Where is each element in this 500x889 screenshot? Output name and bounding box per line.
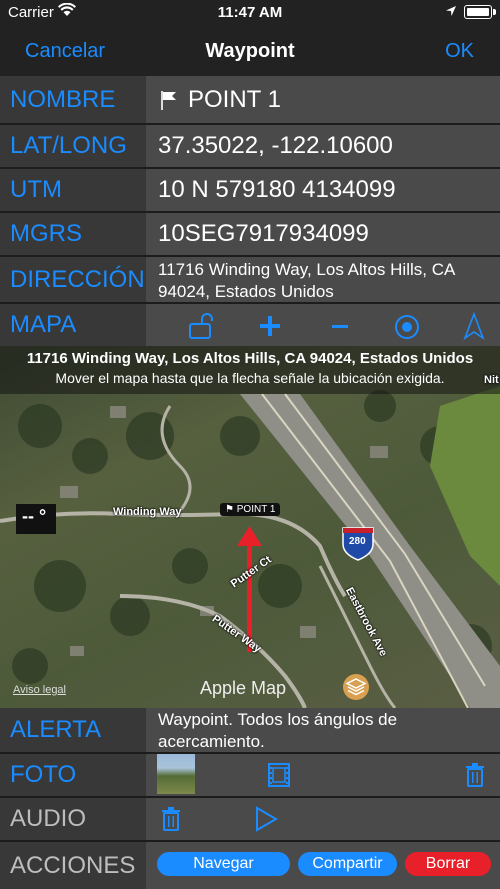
- nombre-field[interactable]: POINT 1: [146, 76, 500, 123]
- legal-notice-link[interactable]: Aviso legal: [13, 684, 66, 696]
- map-view[interactable]: 11716 Winding Way, Los Altos Hills, CA 9…: [0, 346, 500, 708]
- flag-icon: [161, 90, 176, 110]
- row-audio: AUDIO: [0, 798, 500, 840]
- foto-field: [146, 754, 500, 796]
- locate-me-icon[interactable]: [392, 312, 422, 342]
- direccion-field[interactable]: 11716 Winding Way, Los Altos Hills, CA 9…: [146, 257, 500, 302]
- highway-shield-280: 280: [349, 536, 366, 547]
- battery-icon: [464, 5, 496, 19]
- row-foto: FOTO: [0, 754, 500, 796]
- photo-trash-icon[interactable]: [464, 762, 486, 788]
- status-time: 11:47 AM: [217, 4, 283, 21]
- map-coordinate-readout: -- °: [16, 504, 56, 534]
- latlong-field[interactable]: 37.35022, -122.10600: [146, 125, 500, 167]
- zoom-out-icon[interactable]: [326, 312, 354, 340]
- location-arrow-icon: [446, 6, 456, 16]
- row-nombre: NOMBRE POINT 1: [0, 76, 500, 123]
- alerta-label: ALERTA: [0, 708, 146, 752]
- play-icon[interactable]: [252, 805, 280, 833]
- map-header: 11716 Winding Way, Los Altos Hills, CA 9…: [0, 346, 500, 394]
- map-brand-label: Apple Map: [200, 678, 287, 698]
- utm-label: UTM: [0, 169, 146, 211]
- row-alerta: ALERTA Waypoint. Todos los ángulos de ac…: [0, 708, 500, 752]
- direccion-label: DIRECCIÓN: [0, 257, 146, 302]
- navigation-bar: Cancelar Waypoint OK: [0, 24, 500, 76]
- latlong-label: LAT/LONG: [0, 125, 146, 167]
- alerta-line-1: Waypoint. Todos los ángulos de: [158, 710, 398, 729]
- audio-field: [146, 798, 500, 840]
- navigate-button[interactable]: Navegar: [157, 852, 290, 876]
- status-bar: Carrier 11:47 AM: [0, 0, 500, 24]
- road-label-partial: Nit: [484, 374, 499, 386]
- nombre-label: NOMBRE: [0, 76, 146, 123]
- row-direccion: DIRECCIÓN 11716 Winding Way, Los Altos H…: [0, 257, 500, 302]
- map-address: 11716 Winding Way, Los Altos Hills, CA 9…: [26, 350, 474, 367]
- utm-field[interactable]: 10 N 579180 4134099: [146, 169, 500, 211]
- pin-flag-icon: ⚑: [225, 504, 234, 515]
- audio-label: AUDIO: [0, 798, 146, 840]
- pin-label-text: POINT 1: [236, 504, 276, 515]
- direccion-line-1: 11716 Winding Way, Los Altos Hills, CA: [158, 260, 456, 279]
- direccion-line-2: 94024, Estados Unidos: [158, 282, 334, 301]
- ok-button[interactable]: OK: [445, 40, 474, 63]
- alerta-field[interactable]: Waypoint. Todos los ángulos de acercamie…: [146, 708, 500, 752]
- map-roads: [0, 386, 500, 708]
- mgrs-label: MGRS: [0, 213, 146, 255]
- share-button[interactable]: Compartir: [298, 852, 397, 876]
- row-latlong: LAT/LONG 37.35022, -122.10600: [0, 125, 500, 167]
- nombre-value: POINT 1: [188, 85, 281, 113]
- map-instruction: Mover el mapa hasta que la flecha señale…: [55, 370, 445, 386]
- mgrs-field[interactable]: 10SEG7917934099: [146, 213, 500, 255]
- layers-icon[interactable]: [343, 674, 369, 700]
- audio-trash-icon[interactable]: [160, 806, 182, 832]
- zoom-in-icon[interactable]: [256, 312, 284, 340]
- compass-arrow-icon[interactable]: [462, 312, 486, 340]
- photo-thumbnail[interactable]: [157, 754, 195, 794]
- alerta-line-2: acercamiento.: [158, 732, 265, 751]
- pin-label: ⚑ POINT 1: [220, 503, 281, 516]
- row-mapa: MAPA: [0, 304, 500, 346]
- unlock-icon[interactable]: [186, 312, 216, 340]
- row-mgrs: MGRS 10SEG7917934099: [0, 213, 500, 255]
- film-icon[interactable]: [266, 762, 292, 788]
- row-utm: UTM 10 N 579180 4134099: [0, 169, 500, 211]
- road-label-winding-way: Winding Way: [113, 506, 182, 518]
- delete-button[interactable]: Borrar: [405, 852, 491, 876]
- mapa-label: MAPA: [0, 304, 146, 346]
- page-title: Waypoint: [205, 40, 295, 62]
- map-toolbar: [146, 304, 500, 346]
- acciones-label: ACCIONES: [0, 842, 146, 889]
- foto-label: FOTO: [0, 754, 146, 796]
